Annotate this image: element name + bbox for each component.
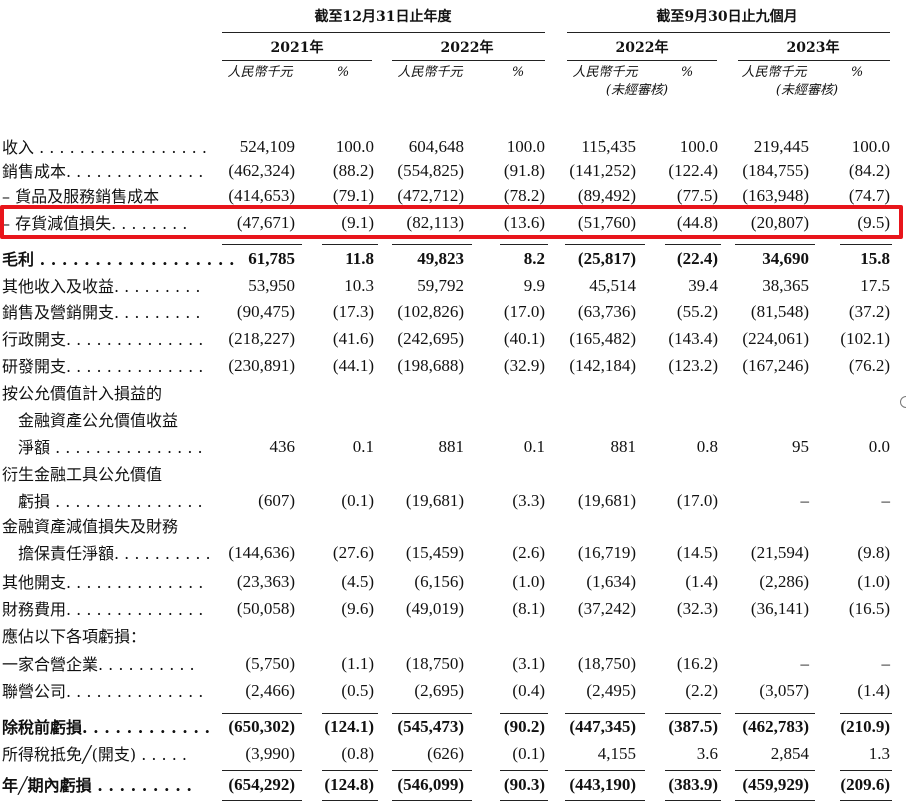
unit-pct-2022-nine: % — [680, 65, 694, 80]
group-header-annual: 截至12月31日止年度 — [314, 9, 452, 25]
subtotal-rule — [565, 713, 645, 714]
subtotal-rule — [500, 244, 548, 245]
financial-table-page: { "header": { "group_annual": "截至12月31日止… — [0, 0, 906, 808]
value-cell: 0.0 — [868, 437, 890, 456]
subtotal-rule — [222, 244, 302, 245]
double-underline — [392, 800, 472, 801]
unit-rmb-2023: 人民幣千元 — [741, 65, 807, 80]
value-cell: (1.0) — [857, 572, 890, 591]
subtotal-rule — [322, 713, 378, 714]
subtotal-rule — [735, 244, 815, 245]
highlight-box — [0, 205, 903, 239]
double-underline — [840, 800, 892, 801]
unit-pct-2023: % — [850, 65, 864, 80]
row-label: 金融資產減值損失及財務 — [2, 517, 179, 536]
row-label: 所得稅抵免╱(開支) . . . . . — [2, 745, 187, 764]
subtotal-rule — [392, 244, 472, 245]
subtotal-rule — [665, 713, 721, 714]
subtotal-rule — [665, 770, 721, 771]
value-cell: (74.7) — [848, 186, 890, 205]
row-label: 金融資產公允價值收益 — [18, 411, 179, 430]
year-header-2021: 2021年 — [270, 40, 324, 56]
double-underline — [500, 800, 548, 801]
value-cell: (209.6) — [840, 775, 890, 794]
value-cell: (1.4) — [857, 681, 890, 700]
row-label: 銷售及營銷開支. . . . . . . . . — [2, 303, 201, 322]
double-underline — [565, 800, 645, 801]
value-cell: (16.5) — [848, 599, 890, 618]
double-underline — [222, 800, 302, 801]
value-cell: 17.5 — [860, 276, 890, 295]
subtotal-rule — [840, 244, 892, 245]
subtotal-rule — [322, 244, 378, 245]
subtotal-rule — [222, 713, 302, 714]
year-line-2023 — [738, 60, 890, 61]
row-label: 財務費用. . . . . . . . . . . . . . — [2, 600, 204, 619]
year-line-2021 — [222, 60, 372, 61]
unit-rmb-2022-nine: 人民幣千元 — [572, 65, 638, 80]
subtotal-rule — [840, 713, 892, 714]
value-cell: (102.1) — [840, 329, 890, 348]
row-label: 按公允價值計入損益的 — [2, 384, 163, 403]
value-cell: (9.8) — [857, 543, 890, 562]
row-label: 銷售成本. . . . . . . . . . . . . . — [2, 162, 204, 181]
unit-rmb-2021: 人民幣千元 — [227, 65, 293, 80]
subtotal-rule — [500, 713, 548, 714]
value-cell: (84.2) — [848, 161, 890, 180]
double-underline — [322, 800, 378, 801]
row-label: – 貨品及服務銷售成本 — [2, 187, 160, 206]
row-label: 聯營公司. . . . . . . . . . . . . . — [2, 682, 204, 701]
row-label: 衍生金融工具公允價值 — [2, 465, 163, 484]
year-header-2022-annual: 2022年 — [440, 40, 494, 56]
group-line-annual — [222, 32, 545, 33]
row-label: 年╱期內虧損 . . . . . . . . . — [2, 776, 192, 795]
subtotal-rule — [565, 770, 645, 771]
subtotal-rule — [840, 770, 892, 771]
double-underline — [665, 800, 721, 801]
unit-rmb-2022-annual: 人民幣千元 — [397, 65, 463, 80]
subtotal-rule — [392, 770, 472, 771]
page-edge-ring — [900, 396, 906, 408]
group-line-nine-months — [567, 32, 890, 33]
double-underline — [735, 800, 815, 801]
value-cell: (210.9) — [840, 717, 890, 736]
row-label: 其他收入及收益. . . . . . . . . — [2, 277, 201, 296]
row-label: 虧損 . . . . . . . . . . . . . . . — [18, 492, 203, 511]
value-cell: 15.8 — [860, 249, 890, 268]
row-label: 其他開支. . . . . . . . . . . . . . — [2, 573, 204, 592]
subtotal-rule — [665, 244, 721, 245]
row-label: 淨額 . . . . . . . . . . . . . . . — [18, 438, 203, 457]
row-label: 收入 . . . . . . . . . . . . . . . . . — [2, 138, 207, 157]
value-cell: 1.3 — [868, 744, 890, 763]
row-label: 擔保責任淨額. . . . . . . . . . — [18, 544, 211, 563]
subtotal-rule — [735, 713, 815, 714]
year-line-2022-annual — [392, 60, 545, 61]
value-cell: 100.0 — [851, 137, 890, 156]
row-label: 研發開支. . . . . . . . . . . . . . — [2, 357, 204, 376]
subtotal-rule — [392, 713, 472, 714]
unit-pct-2022-annual: % — [511, 65, 525, 80]
row-label: 一家合營企業. . . . . . . . . . — [2, 655, 195, 674]
row-label: 應佔以下各項虧損： — [2, 627, 147, 646]
unaudited-2022-nine: (未經審核) — [605, 83, 669, 98]
value-cell: – — [881, 654, 891, 673]
subtotal-rule — [222, 770, 302, 771]
subtotal-rule — [565, 244, 645, 245]
subtotal-rule — [735, 770, 815, 771]
year-line-2022-nine — [567, 60, 717, 61]
year-header-2023: 2023年 — [786, 40, 840, 56]
unaudited-2023: (未經審核) — [775, 83, 839, 98]
value-cell: – — [881, 491, 891, 510]
value-cell: (37.2) — [848, 302, 890, 321]
subtotal-rule — [322, 770, 378, 771]
year-header-2022-nine: 2022年 — [615, 40, 669, 56]
subtotal-rule — [500, 770, 548, 771]
group-header-nine-months: 截至9月30日止九個月 — [656, 9, 798, 25]
value-cell: (76.2) — [848, 356, 890, 375]
row-label: 除稅前虧損. . . . . . . . . . . . — [2, 718, 211, 737]
row-label: 行政開支. . . . . . . . . . . . . . — [2, 330, 204, 349]
unit-pct-2021: % — [336, 65, 350, 80]
